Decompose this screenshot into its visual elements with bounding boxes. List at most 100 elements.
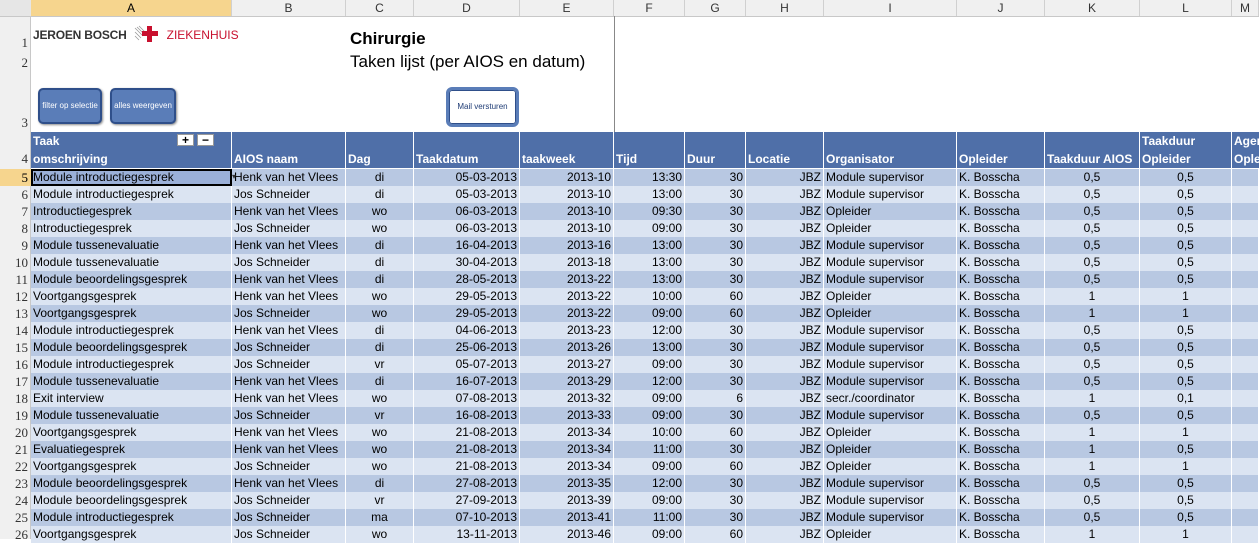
cell-agenda[interactable]	[1232, 509, 1259, 526]
cell-agenda[interactable]	[1232, 169, 1259, 186]
cell-task[interactable]: Module introductiegesprek	[31, 322, 232, 339]
cell-location[interactable]: JBZ	[746, 186, 824, 203]
cell-location[interactable]: JBZ	[746, 271, 824, 288]
cell-aios[interactable]: Jos Schneider	[232, 305, 346, 322]
cell-time[interactable]: 13:00	[614, 254, 685, 271]
group-collapse-button[interactable]: −	[197, 134, 214, 146]
cell-task[interactable]: Module tussenevaluatie	[31, 254, 232, 271]
cell-aios[interactable]: Henk van het Vlees	[232, 271, 346, 288]
cell-trainer[interactable]: K. Bosscha	[957, 458, 1045, 475]
cell-duration-aios[interactable]: 0,5	[1045, 254, 1140, 271]
cell-date[interactable]: 13-11-2013	[414, 526, 520, 543]
cell-aios[interactable]: Jos Schneider	[232, 254, 346, 271]
cell-duration-trainer[interactable]: 0,5	[1140, 475, 1232, 492]
cell-agenda[interactable]	[1232, 458, 1259, 475]
cell-organizer[interactable]: Module supervisor	[824, 254, 957, 271]
cell-day[interactable]: wo	[346, 424, 414, 441]
cell-task[interactable]: Introductiegesprek	[31, 220, 232, 237]
cell-date[interactable]: 29-05-2013	[414, 288, 520, 305]
row-number[interactable]: 25	[0, 509, 31, 526]
cell-week[interactable]: 2013-46	[520, 526, 614, 543]
cell-day[interactable]: di	[346, 237, 414, 254]
cell-duration-aios[interactable]: 1	[1045, 305, 1140, 322]
cell-agenda[interactable]	[1232, 475, 1259, 492]
cell-time[interactable]: 13:00	[614, 271, 685, 288]
cell-duration-trainer[interactable]: 0,5	[1140, 254, 1232, 271]
cell-agenda[interactable]	[1232, 356, 1259, 373]
cell-date[interactable]: 16-04-2013	[414, 237, 520, 254]
cell-agenda[interactable]	[1232, 339, 1259, 356]
cell-time[interactable]: 09:00	[614, 458, 685, 475]
column-header-a[interactable]: A	[31, 0, 232, 16]
cell-organizer[interactable]: Module supervisor	[824, 492, 957, 509]
cell-day[interactable]: di	[346, 271, 414, 288]
cell-aios[interactable]: Jos Schneider	[232, 526, 346, 543]
cell-day[interactable]: vr	[346, 407, 414, 424]
send-mail-button[interactable]: Mail versturen	[446, 87, 519, 127]
cell-date[interactable]: 29-05-2013	[414, 305, 520, 322]
cell-date[interactable]: 21-08-2013	[414, 424, 520, 441]
cell-aios[interactable]: Jos Schneider	[232, 339, 346, 356]
cell-duration-trainer[interactable]: 1	[1140, 458, 1232, 475]
cell-duration-trainer[interactable]: 1	[1140, 424, 1232, 441]
cell-date[interactable]: 06-03-2013	[414, 220, 520, 237]
cell-duration-trainer[interactable]: 0,1	[1140, 390, 1232, 407]
cell-time[interactable]: 09:00	[614, 220, 685, 237]
cell-duration[interactable]: 30	[685, 169, 746, 186]
row-number[interactable]: 5	[0, 169, 31, 186]
cell-day[interactable]: di	[346, 186, 414, 203]
row-number[interactable]: 22	[0, 458, 31, 475]
cell-duration[interactable]: 30	[685, 356, 746, 373]
cell-agenda[interactable]	[1232, 220, 1259, 237]
cell-date[interactable]: 21-08-2013	[414, 441, 520, 458]
cell-task[interactable]: Voortgangsgesprek	[31, 288, 232, 305]
row-number[interactable]: 14	[0, 322, 31, 339]
column-header-c[interactable]: C	[346, 0, 414, 16]
cell-location[interactable]: JBZ	[746, 169, 824, 186]
cell-agenda[interactable]	[1232, 254, 1259, 271]
cell-location[interactable]: JBZ	[746, 237, 824, 254]
cell-time[interactable]: 09:30	[614, 203, 685, 220]
cell-duration-trainer[interactable]: 0,5	[1140, 339, 1232, 356]
header-duration[interactable]: Duur	[685, 132, 746, 168]
row-number[interactable]: 13	[0, 305, 31, 322]
cell-duration-trainer[interactable]: 1	[1140, 288, 1232, 305]
cell-time[interactable]: 13:00	[614, 186, 685, 203]
cell-date[interactable]: 07-10-2013	[414, 509, 520, 526]
cell-aios[interactable]: Jos Schneider	[232, 186, 346, 203]
cell-duration[interactable]: 30	[685, 271, 746, 288]
cell-duration-trainer[interactable]: 0,5	[1140, 441, 1232, 458]
cell-week[interactable]: 2013-10	[520, 203, 614, 220]
column-header-l[interactable]: L	[1140, 0, 1232, 16]
cell-organizer[interactable]: Opleider	[824, 305, 957, 322]
cell-duration-aios[interactable]: 1	[1045, 424, 1140, 441]
cell-time[interactable]: 12:00	[614, 322, 685, 339]
cell-duration[interactable]: 30	[685, 339, 746, 356]
show-all-button[interactable]: alles weergeven	[110, 88, 176, 124]
cell-duration-trainer[interactable]: 0,5	[1140, 492, 1232, 509]
cell-organizer[interactable]: secr./coordinator	[824, 390, 957, 407]
cell-duration[interactable]: 30	[685, 407, 746, 424]
cell-agenda[interactable]	[1232, 186, 1259, 203]
column-header-f[interactable]: F	[614, 0, 685, 16]
cell-week[interactable]: 2013-34	[520, 424, 614, 441]
row-number[interactable]: 1	[0, 34, 31, 52]
column-header-h[interactable]: H	[746, 0, 824, 16]
cell-location[interactable]: JBZ	[746, 441, 824, 458]
cell-date[interactable]: 30-04-2013	[414, 254, 520, 271]
cell-agenda[interactable]	[1232, 373, 1259, 390]
cell-trainer[interactable]: K. Bosscha	[957, 203, 1045, 220]
header-day[interactable]: Dag	[346, 132, 414, 168]
cell-time[interactable]: 10:00	[614, 424, 685, 441]
cell-duration-aios[interactable]: 1	[1045, 458, 1140, 475]
cell-week[interactable]: 2013-27	[520, 356, 614, 373]
cell-task[interactable]: Module tussenevaluatie	[31, 407, 232, 424]
cell-duration-aios[interactable]: 0,5	[1045, 186, 1140, 203]
cell-time[interactable]: 13:00	[614, 237, 685, 254]
cell-duration-aios[interactable]: 0,5	[1045, 220, 1140, 237]
cell-location[interactable]: JBZ	[746, 509, 824, 526]
cell-organizer[interactable]: Module supervisor	[824, 475, 957, 492]
cell-duration[interactable]: 60	[685, 458, 746, 475]
cell-location[interactable]: JBZ	[746, 373, 824, 390]
cell-aios[interactable]: Henk van het Vlees	[232, 322, 346, 339]
